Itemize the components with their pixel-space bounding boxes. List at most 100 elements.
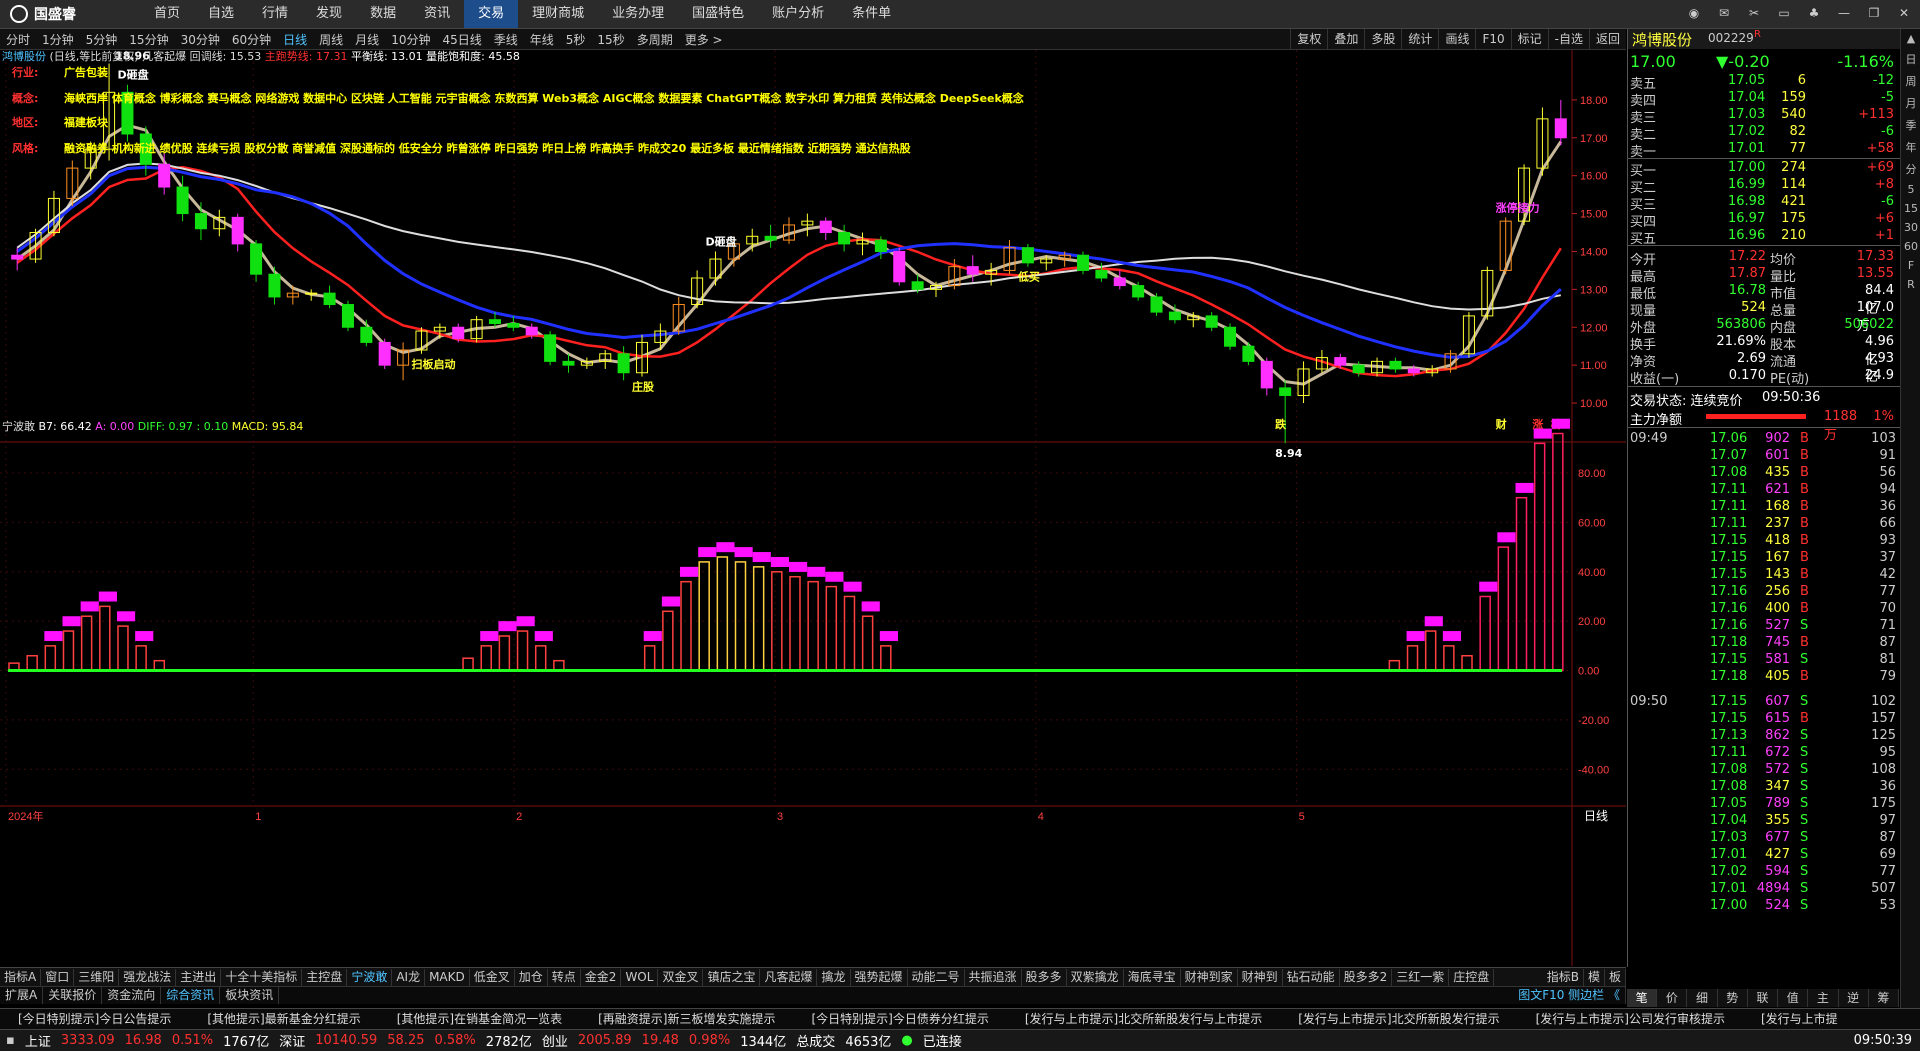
sidebar-item-8[interactable]: 30 <box>1904 221 1918 234</box>
sidebar-item-9[interactable]: 60 <box>1904 240 1918 253</box>
tools-icon[interactable]: ✂ <box>1744 4 1764 22</box>
period-tab-12[interactable]: 年线 <box>524 31 560 48</box>
period-tab-3[interactable]: 15分钟 <box>123 31 174 48</box>
indicator-tab-19[interactable]: 强势起爆 <box>851 968 908 986</box>
indicator-tab-13[interactable]: 金金2 <box>581 968 622 986</box>
indicator-tab-23[interactable]: 双紫擒龙 <box>1067 968 1124 986</box>
menu-item-4[interactable]: 数据 <box>356 0 410 28</box>
period-tab-15[interactable]: 多周期 <box>631 31 679 48</box>
period-tab-13[interactable]: 5秒 <box>560 31 592 48</box>
chart-tool-2[interactable]: 多股 <box>1364 29 1401 49</box>
quote-tab-5[interactable]: 值 <box>1778 989 1809 1007</box>
sidebar-item-11[interactable]: R <box>1907 278 1915 291</box>
news-item[interactable]: [今日特别提示]今日公告提示 <box>0 1009 189 1029</box>
indicator-tab-7[interactable]: 宁波敢 <box>347 968 393 986</box>
chart-tool-5[interactable]: F10 <box>1475 29 1510 49</box>
indicator-tab-8[interactable]: AI龙 <box>392 968 426 986</box>
news-item[interactable]: [发行与上市提示]公司发行审核提示 <box>1518 1009 1743 1029</box>
indicator-tab-1[interactable]: 窗口 <box>41 968 75 986</box>
indicator-tab-9[interactable]: MAKD <box>425 968 470 986</box>
news-item[interactable]: [发行与上市提 <box>1743 1009 1856 1029</box>
minimize-icon[interactable]: — <box>1834 4 1854 22</box>
sidebar-item-2[interactable]: 月 <box>1906 95 1917 111</box>
period-tab-14[interactable]: 15秒 <box>591 31 630 48</box>
indicator-tab-10[interactable]: 低金叉 <box>470 968 515 986</box>
period-tab-7[interactable]: 周线 <box>313 31 349 48</box>
indicator-tab-27[interactable]: 钻石动能 <box>1283 968 1340 986</box>
indicator-right-1[interactable]: 模 <box>1584 968 1605 986</box>
period-tab-9[interactable]: 10分钟 <box>385 31 436 48</box>
menu-item-1[interactable]: 自选 <box>194 0 248 28</box>
chart-tool-4[interactable]: 画线 <box>1438 29 1475 49</box>
news-item[interactable]: [发行与上市提示]北交所新股发行提示 <box>1280 1009 1517 1029</box>
news-item[interactable]: [再融资提示]新三板增发实施提示 <box>580 1009 793 1029</box>
indicator-tab-0[interactable]: 指标A <box>0 968 42 986</box>
news-item[interactable]: [发行与上市提示]北交所新股发行与上市提示 <box>1007 1009 1280 1029</box>
close-icon[interactable]: ✕ <box>1894 4 1914 22</box>
chart-tool-3[interactable]: 统计 <box>1401 29 1438 49</box>
menu-item-9[interactable]: 国盛特色 <box>678 0 758 28</box>
indicator-tab-15[interactable]: 双金叉 <box>658 968 704 986</box>
sub-tab-3[interactable]: 综合资讯 <box>161 987 221 1004</box>
chart-tool-8[interactable]: 返回 <box>1588 29 1626 49</box>
period-tab-6[interactable]: 日线 <box>277 31 313 48</box>
menu-item-11[interactable]: 条件单 <box>838 0 905 28</box>
indicator-tab-20[interactable]: 动能二号 <box>908 968 965 986</box>
period-tab-11[interactable]: 季线 <box>488 31 524 48</box>
sidebar-item-5[interactable]: 分 <box>1906 161 1917 177</box>
indicator-tab-24[interactable]: 海底寻宝 <box>1124 968 1181 986</box>
period-tab-8[interactable]: 月线 <box>349 31 385 48</box>
period-tab-5[interactable]: 60分钟 <box>226 31 277 48</box>
indicator-tab-5[interactable]: 十全十美指标 <box>221 968 303 986</box>
menu-item-8[interactable]: 业务办理 <box>598 0 678 28</box>
period-tab-10[interactable]: 45日线 <box>436 31 487 48</box>
indicator-tab-29[interactable]: 三红一紫 <box>1392 968 1450 986</box>
period-tab-1[interactable]: 1分钟 <box>36 31 80 48</box>
news-item[interactable]: [其他提示]最新基金分红提示 <box>189 1009 378 1029</box>
sidebar-item-1[interactable]: 周 <box>1906 73 1917 89</box>
period-tab-0[interactable]: 分时 <box>0 31 36 48</box>
maximize-icon[interactable]: ❐ <box>1864 4 1884 22</box>
sidebar-item-4[interactable]: 年 <box>1906 139 1917 155</box>
menu-item-6[interactable]: 交易 <box>464 0 519 28</box>
sub-tab-0[interactable]: 扩展A <box>0 987 44 1004</box>
menu-item-7[interactable]: 理财商城 <box>518 0 598 28</box>
indicator-right-0[interactable]: 指标B <box>1543 968 1584 986</box>
indicator-tab-14[interactable]: WOL <box>621 968 659 986</box>
chart-tool-1[interactable]: 叠加 <box>1327 29 1364 49</box>
indicator-tab-21[interactable]: 共振追涨 <box>965 968 1022 986</box>
quote-tab-6[interactable]: 主 <box>1808 989 1839 1007</box>
quote-tab-2[interactable]: 细 <box>1687 989 1718 1007</box>
sub-tab-2[interactable]: 资金流向 <box>102 987 162 1004</box>
sidebar-up-icon[interactable]: ▲ <box>1907 32 1915 45</box>
sidebar-item-6[interactable]: 5 <box>1908 183 1915 196</box>
chart-tool-7[interactable]: -自选 <box>1547 29 1589 49</box>
chat-icon[interactable]: ◉ <box>1684 4 1704 22</box>
indicator-tab-25[interactable]: 财神到家 <box>1181 968 1238 986</box>
quote-tab-4[interactable]: 联 <box>1748 989 1779 1007</box>
period-tab-2[interactable]: 5分钟 <box>80 31 124 48</box>
chart-tool-0[interactable]: 复权 <box>1290 29 1327 49</box>
sidebar-item-3[interactable]: 季 <box>1906 117 1917 133</box>
quote-tab-3[interactable]: 势 <box>1718 989 1748 1007</box>
indicator-tab-17[interactable]: 凡客起爆 <box>760 968 818 986</box>
menu-item-5[interactable]: 资讯 <box>410 0 464 28</box>
sidebar-item-0[interactable]: 日 <box>1906 51 1917 67</box>
sidebar-item-10[interactable]: F <box>1908 259 1914 272</box>
indicator-tab-18[interactable]: 擒龙 <box>817 968 851 986</box>
sub-tab-4[interactable]: 板块资讯 <box>220 987 280 1004</box>
menu-item-10[interactable]: 账户分析 <box>758 0 838 28</box>
menu-item-3[interactable]: 发现 <box>302 0 356 28</box>
indicator-tab-11[interactable]: 加仓 <box>515 968 548 986</box>
indicator-tab-16[interactable]: 镇店之宝 <box>703 968 761 986</box>
screen-icon[interactable]: ▭ <box>1774 4 1794 22</box>
side-panel-toggle[interactable]: 图文F10 侧边栏 《 <box>1513 987 1626 1004</box>
indicator-tab-28[interactable]: 股多多2 <box>1340 968 1393 986</box>
indicator-tab-22[interactable]: 股多多 <box>1022 968 1067 986</box>
menu-item-0[interactable]: 首页 <box>140 0 194 28</box>
quote-tab-8[interactable]: 筹 <box>1869 989 1899 1007</box>
news-item[interactable]: [今日特别提示]今日债券分红提示 <box>794 1009 1007 1029</box>
chart-tool-6[interactable]: 标记 <box>1510 29 1548 49</box>
period-tab-16[interactable]: 更多 > <box>679 31 729 48</box>
quote-tab-1[interactable]: 价 <box>1657 989 1688 1007</box>
